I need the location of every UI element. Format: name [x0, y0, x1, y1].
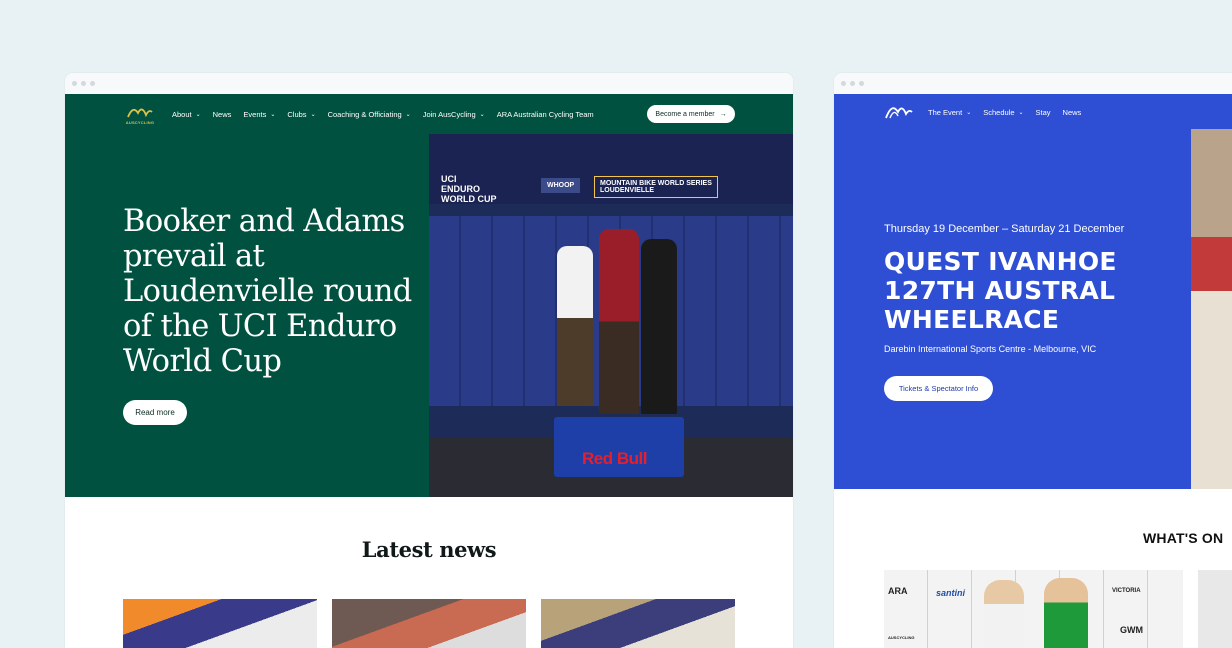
athlete-figure [984, 580, 1024, 648]
browser-window-wheelrace: The Event ⌄ Schedule ⌄ Stay News Thursday … [834, 73, 1232, 648]
chevron-down-icon: ⌄ [966, 109, 972, 116]
nav-label: Stay [1035, 107, 1051, 117]
browser-window-auscycling: AUSCYCLING About ⌄ News Events ⌄ Clubs ⌄ Co… [65, 73, 793, 648]
nav-label: Events [243, 109, 267, 119]
nav-item-join[interactable]: Join AusCycling ⌄ [423, 110, 485, 119]
latest-news-heading: Latest news [361, 537, 497, 562]
hero-photo: UCI ENDURO WORLD CUP WHOOP MOUNTAIN BIKE… [429, 134, 793, 497]
main-nav: The Event ⌄ Schedule ⌄ Stay News [834, 94, 1232, 130]
button-label: Become a member [655, 110, 715, 118]
nav-menu: The Event ⌄ Schedule ⌄ Stay News [928, 108, 1093, 117]
read-more-button[interactable]: Read more [123, 400, 187, 425]
nav-item-the-event[interactable]: The Event ⌄ [928, 108, 971, 117]
nav-label: About [172, 109, 192, 119]
nav-item-coaching[interactable]: Coaching & Officiating ⌄ [328, 110, 411, 119]
main-nav: AUSCYCLING About ⌄ News Events ⌄ Clubs ⌄ Co… [65, 94, 793, 134]
nav-label: Clubs [287, 109, 307, 119]
tickets-button[interactable]: Tickets & Spectator Info [884, 376, 993, 401]
nav-item-schedule[interactable]: Schedule ⌄ [983, 108, 1023, 117]
sponsor-mtb-series: MOUNTAIN BIKE WORLD SERIES LOUDENVIELLE [594, 176, 718, 198]
nav-label: Coaching & Officiating [327, 109, 402, 119]
news-card-image[interactable] [123, 599, 317, 648]
window-dot [81, 81, 86, 86]
auscycling-logo-icon [127, 108, 153, 118]
event-venue: Darebin International Sports Centre - Me… [884, 344, 1097, 354]
nav-menu: About ⌄ News Events ⌄ Clubs ⌄ Coaching & Of… [172, 110, 606, 119]
sponsor-logo: VICTORIA [1112, 588, 1141, 594]
sponsor-backdrop [884, 570, 1183, 648]
nav-label: Schedule [983, 107, 1015, 117]
banner-line: ENDURO [441, 184, 481, 194]
sponsor-logo: GWM [1120, 625, 1143, 635]
event-dates: Thursday 19 December – Saturday 21 Decem… [884, 223, 1125, 235]
hero-section: AUSCYCLING About ⌄ News Events ⌄ Clubs ⌄ Co… [65, 94, 793, 497]
window-dot [72, 81, 77, 86]
banner-title: UCI ENDURO WORLD CUP [441, 174, 497, 204]
chevron-down-icon: ⌄ [405, 111, 411, 118]
news-card-image[interactable] [332, 599, 526, 648]
nav-item-clubs[interactable]: Clubs ⌄ [287, 110, 315, 119]
nav-label: The Event [928, 107, 963, 117]
hero-title: Booker and Adams prevail at Loudenvielle… [123, 204, 412, 379]
window-chrome [65, 73, 793, 94]
nav-item-about[interactable]: About ⌄ [172, 110, 201, 119]
window-dot [841, 81, 846, 86]
chevron-down-icon: ⌄ [479, 111, 485, 118]
sponsor-line: LOUDENVIELLE [600, 187, 655, 194]
nav-item-news[interactable]: News [1063, 108, 1082, 117]
chevron-down-icon: ⌄ [1018, 109, 1024, 116]
window-chrome [834, 73, 1232, 94]
rider-figure [599, 229, 639, 414]
rider-figure [641, 239, 677, 414]
nav-label: ARA Australian Cycling Team [496, 109, 594, 119]
banner-line: WORLD CUP [441, 194, 497, 204]
arrow-right-icon: → [719, 110, 727, 118]
auscycling-logo[interactable]: AUSCYCLING [123, 103, 157, 125]
chevron-down-icon: ⌄ [270, 111, 276, 118]
logo-text: AUSCYCLING [125, 120, 155, 125]
event-title: QUEST IVANHOE 127TH AUSTRAL WHEELRACE [884, 247, 1117, 334]
podium-sponsor-logo: Red Bull [582, 449, 647, 468]
sponsor-logo: AUSCYCLING [888, 635, 915, 640]
news-card-image[interactable] [541, 599, 735, 648]
window-dot [859, 81, 864, 86]
banner-line: UCI [441, 174, 457, 184]
sponsor-logo: ARA [888, 586, 908, 596]
sponsor-whoop: WHOOP [541, 178, 581, 193]
wheelrace-logo[interactable] [884, 100, 928, 125]
sponsor-logo: santini [936, 588, 966, 598]
window-dot [850, 81, 855, 86]
sponsor-line: MOUNTAIN BIKE WORLD SERIES [600, 180, 712, 187]
nav-item-events[interactable]: Events ⌄ [243, 110, 275, 119]
nav-label: News [1062, 107, 1082, 117]
whats-on-card-image[interactable]: ARA santini VICTORIA GWM AUSCYCLING [884, 570, 1183, 648]
nav-item-stay[interactable]: Stay [1036, 108, 1051, 117]
rider-figure [557, 246, 593, 406]
wheelrace-logo-icon [885, 106, 913, 118]
nav-item-news[interactable]: News [213, 110, 232, 119]
chevron-down-icon: ⌄ [195, 111, 201, 118]
whats-on-card-image[interactable] [1198, 570, 1232, 648]
whats-on-heading: WHAT'S ON [1143, 530, 1224, 546]
become-member-button[interactable]: Become a member → [647, 105, 735, 123]
hero-section: The Event ⌄ Schedule ⌄ Stay News Thursday … [834, 94, 1232, 489]
hero-photo [1191, 129, 1232, 489]
athlete-figure [1044, 578, 1088, 648]
nav-label: News [212, 109, 232, 119]
nav-label: Join AusCycling [422, 109, 476, 119]
nav-item-ara-team[interactable]: ARA Australian Cycling Team [497, 110, 594, 119]
window-dot [90, 81, 95, 86]
chevron-down-icon: ⌄ [310, 111, 316, 118]
